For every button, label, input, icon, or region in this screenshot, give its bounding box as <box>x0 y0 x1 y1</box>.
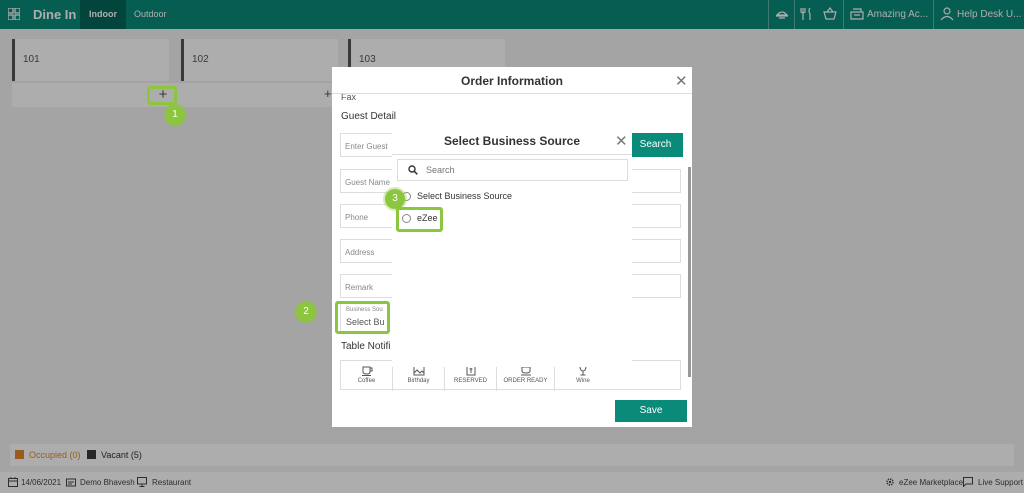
dialog-title: Order Information <box>332 74 692 93</box>
notification-label: Wine <box>576 378 590 384</box>
notification-label: Coffee <box>357 378 376 384</box>
search-box <box>397 159 628 181</box>
option-select-business-source[interactable]: Select Business Source <box>402 190 602 204</box>
notification-label: Birthday <box>407 378 430 384</box>
table-notification-heading: Table Notifi <box>341 341 391 352</box>
guest-detail-heading: Guest Detail <box>341 111 397 122</box>
divider <box>332 93 692 94</box>
close-icon[interactable]: ✕ <box>615 132 628 150</box>
step-badge-3: 3 <box>385 189 405 209</box>
notification-label: ORDER READY <box>503 378 548 384</box>
option-label: Select Business Source <box>417 191 513 201</box>
select-business-source-dialog: Select Business Source ✕ Select Business… <box>392 127 632 367</box>
save-button[interactable]: Save <box>615 400 687 422</box>
coffee-icon <box>361 366 372 376</box>
step-badge-2: 2 <box>296 302 316 322</box>
notification-label: RESERVED <box>454 378 487 384</box>
highlight-business-source <box>335 301 390 334</box>
close-icon[interactable]: ✕ <box>675 72 688 90</box>
scrollbar[interactable] <box>688 167 691 377</box>
notification-coffee[interactable]: Coffee <box>341 361 393 391</box>
search-guest-button[interactable]: Search <box>628 133 683 157</box>
search-icon <box>408 165 418 175</box>
search-input[interactable] <box>426 163 616 177</box>
divider <box>392 154 632 155</box>
highlight-add-table <box>147 86 177 105</box>
step-badge-1: 1 <box>165 105 185 125</box>
dialog-title: Select Business Source <box>443 134 581 148</box>
highlight-ezee-option <box>396 207 443 232</box>
